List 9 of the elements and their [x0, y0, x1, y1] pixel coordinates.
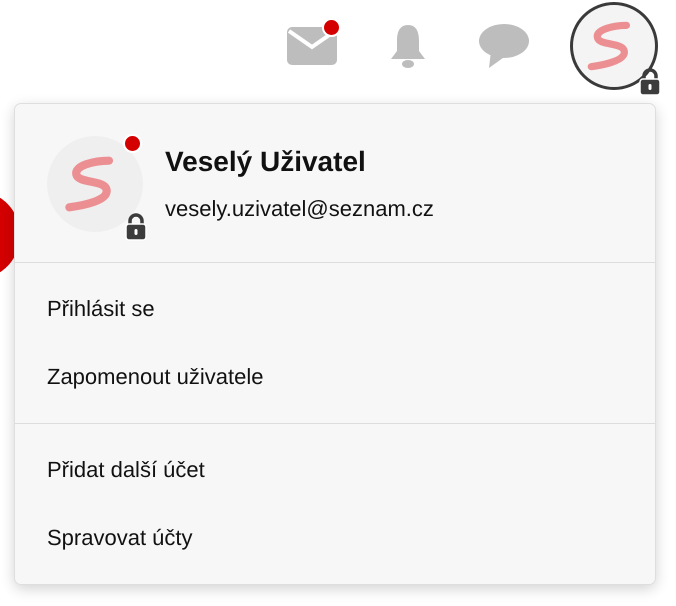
menu-item[interactable]: Zapomenout uživatele — [15, 343, 655, 411]
menu-item[interactable]: Přihlásit se — [15, 275, 655, 343]
chat-icon — [479, 23, 529, 69]
user-name: Veselý Uživatel — [165, 146, 367, 178]
mail-icon — [287, 27, 337, 65]
menu-item[interactable]: Přidat další účet — [15, 436, 655, 504]
bell-icon — [390, 23, 426, 69]
user-email: vesely.uzivatel@seznam.cz — [165, 196, 434, 222]
menu-item[interactable]: Spravovat účty — [15, 504, 655, 572]
